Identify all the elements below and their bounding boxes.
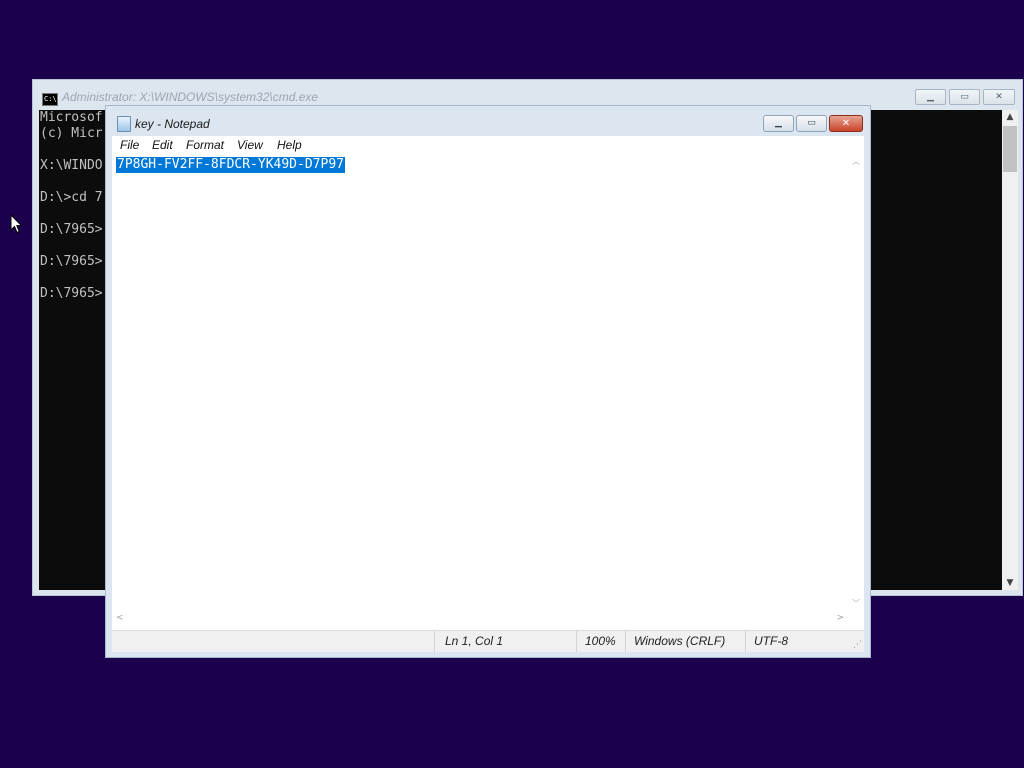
cmd-vertical-scrollbar[interactable]: ▲ ▼ <box>1002 110 1018 590</box>
cmd-minimize-button[interactable]: ▁ <box>915 89 946 105</box>
close-icon: ✕ <box>995 92 1003 102</box>
menu-edit[interactable]: Edit <box>152 138 173 152</box>
scroll-up-arrow-icon[interactable]: ︿ <box>848 156 864 167</box>
scroll-left-arrow-icon[interactable]: < <box>116 613 124 623</box>
menu-format[interactable]: Format <box>186 138 224 152</box>
cmd-window-title: Administrator: X:\WINDOWS\system32\cmd.e… <box>62 90 319 104</box>
status-line-ending: Windows (CRLF) <box>625 631 745 652</box>
text-editor-area[interactable]: 7P8GH-FV2FF-8FDCR-YK49D-D7P97 <box>112 154 848 612</box>
notepad-close-button[interactable]: ✕ <box>829 115 863 132</box>
console-line: D:\7965> <box>40 286 103 301</box>
console-line: D:\>cd 7 <box>40 190 103 205</box>
scroll-right-arrow-icon[interactable]: > <box>836 613 844 623</box>
notepad-minimize-button[interactable]: ▁ <box>763 115 794 132</box>
console-line: D:\7965> <box>40 254 103 269</box>
notepad-client-area: File Edit Format View Help 7P8GH-FV2FF-8… <box>112 136 864 652</box>
scroll-down-arrow-icon[interactable]: ▼ <box>1002 576 1018 590</box>
notepad-window[interactable]: key - Notepad ▁ ▭ ✕ File Edit Format Vie… <box>105 105 871 658</box>
status-bar: Ln 1, Col 1 100% Windows (CRLF) UTF-8 ⋰ <box>112 630 864 652</box>
selected-text[interactable]: 7P8GH-FV2FF-8FDCR-YK49D-D7P97 <box>116 157 345 173</box>
scrollbar-corner <box>848 612 864 628</box>
menu-file[interactable]: File <box>120 138 139 152</box>
notepad-window-title: key - Notepad <box>135 117 210 131</box>
status-zoom: 100% <box>576 631 625 652</box>
minimize-icon: ▁ <box>927 92 934 102</box>
console-line: D:\7965> <box>40 222 103 237</box>
maximize-icon: ▭ <box>960 92 969 102</box>
console-line: (c) Micr <box>40 126 103 141</box>
status-encoding: UTF-8 <box>745 631 849 652</box>
cmd-close-button[interactable]: ✕ <box>983 89 1015 105</box>
notepad-vertical-scrollbar[interactable]: ︿ ﹀ <box>848 154 864 612</box>
close-icon: ✕ <box>841 118 851 129</box>
scroll-down-arrow-icon[interactable]: ﹀ <box>848 598 864 609</box>
scroll-up-arrow-icon[interactable]: ▲ <box>1002 110 1018 124</box>
notepad-maximize-button[interactable]: ▭ <box>796 115 827 132</box>
maximize-icon: ▭ <box>807 118 816 128</box>
console-line: X:\WINDO <box>40 158 103 173</box>
resize-grip-icon[interactable]: ⋰ <box>853 641 862 650</box>
status-position: Ln 1, Col 1 <box>434 631 576 652</box>
cmd-maximize-button[interactable]: ▭ <box>949 89 980 105</box>
menu-help[interactable]: Help <box>277 138 302 152</box>
mouse-pointer-icon <box>10 214 23 234</box>
notepad-horizontal-scrollbar[interactable]: < > <box>112 612 848 628</box>
scroll-thumb[interactable] <box>1003 126 1017 172</box>
cmd-app-icon: C:\ <box>42 93 58 106</box>
menu-bar: File Edit Format View Help <box>112 136 864 154</box>
notepad-app-icon <box>117 116 131 132</box>
minimize-icon: ▁ <box>775 118 782 128</box>
menu-view[interactable]: View <box>237 138 263 152</box>
console-line: Microsof <box>40 110 103 125</box>
